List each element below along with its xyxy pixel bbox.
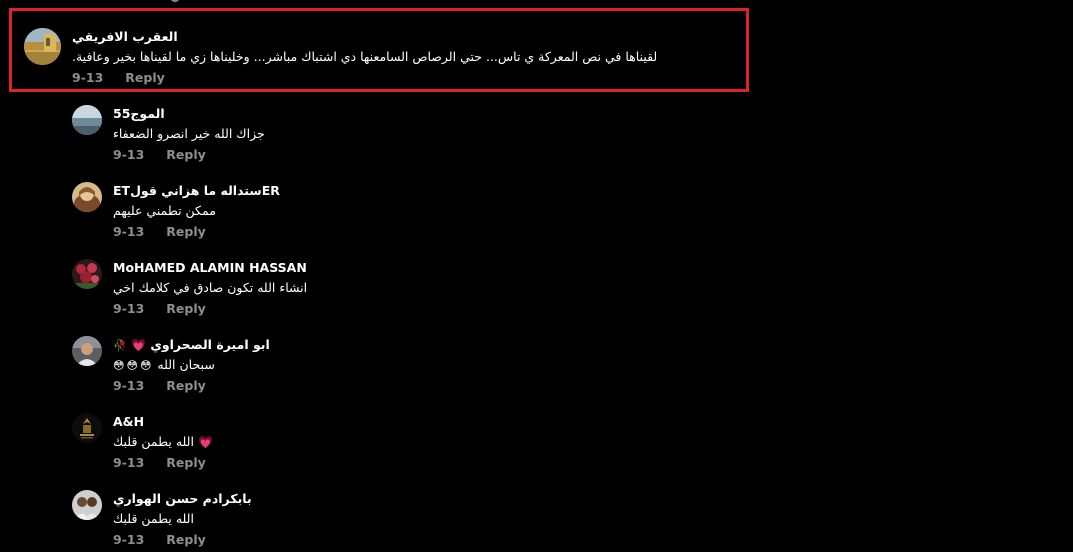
comment-text: جزاك الله خير انصرو الضعفاء bbox=[113, 126, 265, 141]
comment-date: 9-13 bbox=[113, 147, 145, 162]
comment-meta: 9-13 Reply bbox=[113, 532, 206, 548]
desert-photo-avatar[interactable] bbox=[24, 28, 61, 65]
comment-meta: 9-13 Reply bbox=[72, 70, 165, 86]
comment-text: الله يطمن قلبك bbox=[113, 434, 194, 449]
comment-meta: 9-13 Reply bbox=[113, 147, 206, 163]
comment-date: 9-13 bbox=[113, 378, 145, 393]
author-emoji-rose: 🥀 bbox=[113, 339, 127, 352]
comments-panel: العقرب الافريقي .لقيناها في نص المعركة ي… bbox=[0, 0, 1073, 552]
comment-date: 9-13 bbox=[113, 224, 145, 239]
comment-author[interactable]: بابكرادم حسن الهواري bbox=[113, 491, 252, 507]
reply-button[interactable]: Reply bbox=[166, 532, 205, 548]
reply-button[interactable]: Reply bbox=[166, 147, 205, 163]
comment-text-line: 😳 😳 😳 سبحان الله bbox=[113, 357, 215, 374]
scroll-remnant bbox=[171, 0, 179, 2]
comment-date: 9-13 bbox=[113, 532, 145, 547]
comment-date: 9-13 bbox=[72, 70, 104, 85]
comment-meta: 9-13 Reply bbox=[113, 301, 206, 317]
comment-date: 9-13 bbox=[113, 455, 145, 470]
text-emoji-heart: 💗 bbox=[197, 435, 213, 449]
comment-date: 9-13 bbox=[113, 301, 145, 316]
comment-meta: 9-13 Reply bbox=[113, 378, 206, 394]
sea-photo-avatar[interactable] bbox=[72, 105, 102, 135]
flushed-face-emoji: 😳 bbox=[139, 359, 152, 372]
person-avatar[interactable] bbox=[72, 336, 102, 366]
flushed-face-emoji: 😳 bbox=[113, 359, 125, 372]
comment-author[interactable]: العقرب الافريقي bbox=[72, 29, 178, 45]
reply-button[interactable]: Reply bbox=[166, 224, 205, 240]
comment-author[interactable]: 🥀 💗 ابو اميرة الصحراوي bbox=[113, 337, 270, 354]
reply-button[interactable]: Reply bbox=[166, 301, 205, 317]
comment-text: انشاء الله تكون صادق في كلامك اخي bbox=[113, 280, 308, 295]
group-photo-avatar[interactable] bbox=[72, 490, 102, 520]
comment-text: ممكن تطمني عليهم bbox=[113, 203, 216, 218]
flowers-avatar[interactable] bbox=[72, 259, 102, 289]
comment-text: سبحان الله bbox=[157, 357, 215, 372]
reply-button[interactable]: Reply bbox=[166, 378, 205, 394]
comment-author[interactable]: A&H bbox=[113, 414, 144, 430]
comment-text-line: الله يطمن قلبك 💗 bbox=[113, 434, 213, 450]
comment-author[interactable]: ETستداله ما هزاني قولER bbox=[113, 183, 280, 199]
comment-author[interactable]: الموج55 bbox=[113, 106, 165, 122]
comment-meta: 9-13 Reply bbox=[113, 455, 206, 471]
reply-button[interactable]: Reply bbox=[125, 70, 164, 86]
author-emoji-heart: 💗 bbox=[131, 338, 147, 352]
comment-author[interactable]: MoHAMED ALAMIN HASSAN bbox=[113, 260, 307, 276]
reply-button[interactable]: Reply bbox=[166, 455, 205, 471]
comment-author-name: ابو اميرة الصحراوي bbox=[150, 337, 270, 352]
emblem-avatar[interactable] bbox=[72, 413, 102, 443]
comment-meta: 9-13 Reply bbox=[113, 224, 206, 240]
comment-text: الله يطمن قلبك bbox=[113, 511, 194, 526]
portrait-avatar[interactable] bbox=[72, 182, 102, 212]
flushed-face-emoji: 😳 bbox=[126, 359, 138, 372]
comment-text: .لقيناها في نص المعركة ي تاس... حتي الرص… bbox=[72, 49, 658, 64]
